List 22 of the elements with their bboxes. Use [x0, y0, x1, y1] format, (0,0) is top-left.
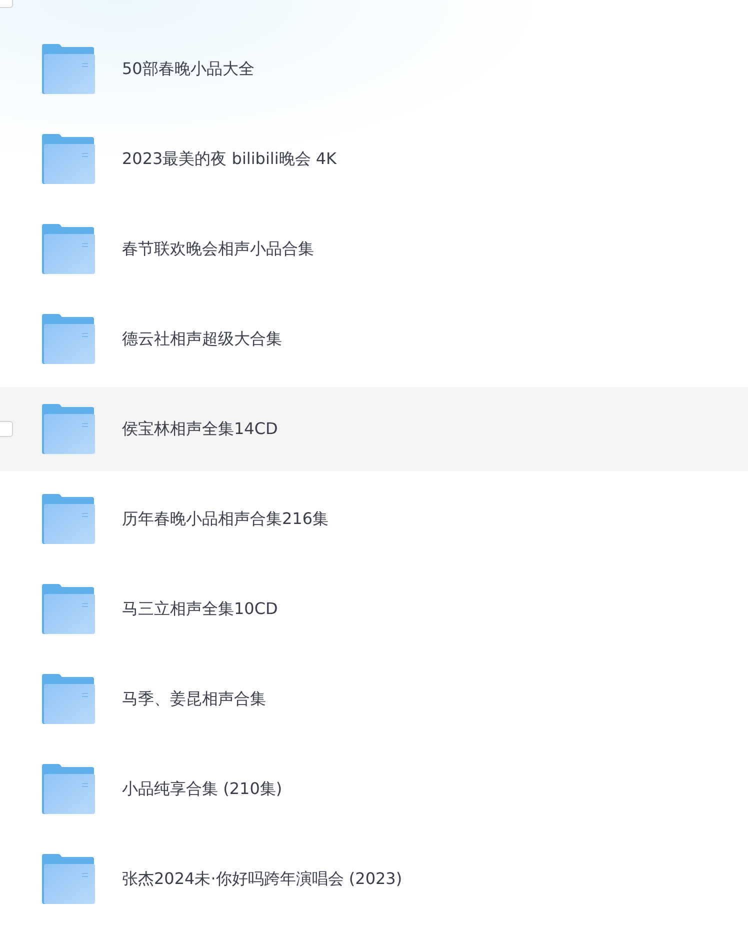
- folder-name[interactable]: 马季、姜昆相声合集: [122, 688, 266, 710]
- folder-name[interactable]: 50部春晚小品大全: [122, 58, 254, 80]
- folder-icon: [41, 764, 95, 814]
- folder-icon: [41, 854, 95, 904]
- file-row[interactable]: 侯宝林相声全集14CD: [0, 387, 748, 471]
- folder-icon: [41, 404, 95, 454]
- folder-icon: [41, 494, 95, 544]
- folder-name[interactable]: 德云社相声超级大合集: [122, 328, 282, 350]
- folder-icon: [41, 224, 95, 274]
- folder-name[interactable]: 侯宝林相声全集14CD: [122, 418, 278, 440]
- checkbox[interactable]: [0, 421, 13, 437]
- folder-icon: [41, 674, 95, 724]
- folder-icon: [41, 314, 95, 364]
- folder-name[interactable]: 历年春晚小品相声合集216集: [122, 508, 329, 530]
- folder-icon: [41, 584, 95, 634]
- folder-icon: [41, 44, 95, 94]
- folder-name[interactable]: 小品纯享合集 (210集): [122, 778, 282, 800]
- folder-name[interactable]: 马三立相声全集10CD: [122, 598, 278, 620]
- folder-name[interactable]: 张杰2024未·你好吗跨年演唱会 (2023): [122, 868, 402, 890]
- folder-name[interactable]: 2023最美的夜 bilibili晚会 4K: [122, 148, 337, 170]
- folder-name[interactable]: 春节联欢晚会相声小品合集: [122, 238, 314, 260]
- folder-icon: [41, 134, 95, 184]
